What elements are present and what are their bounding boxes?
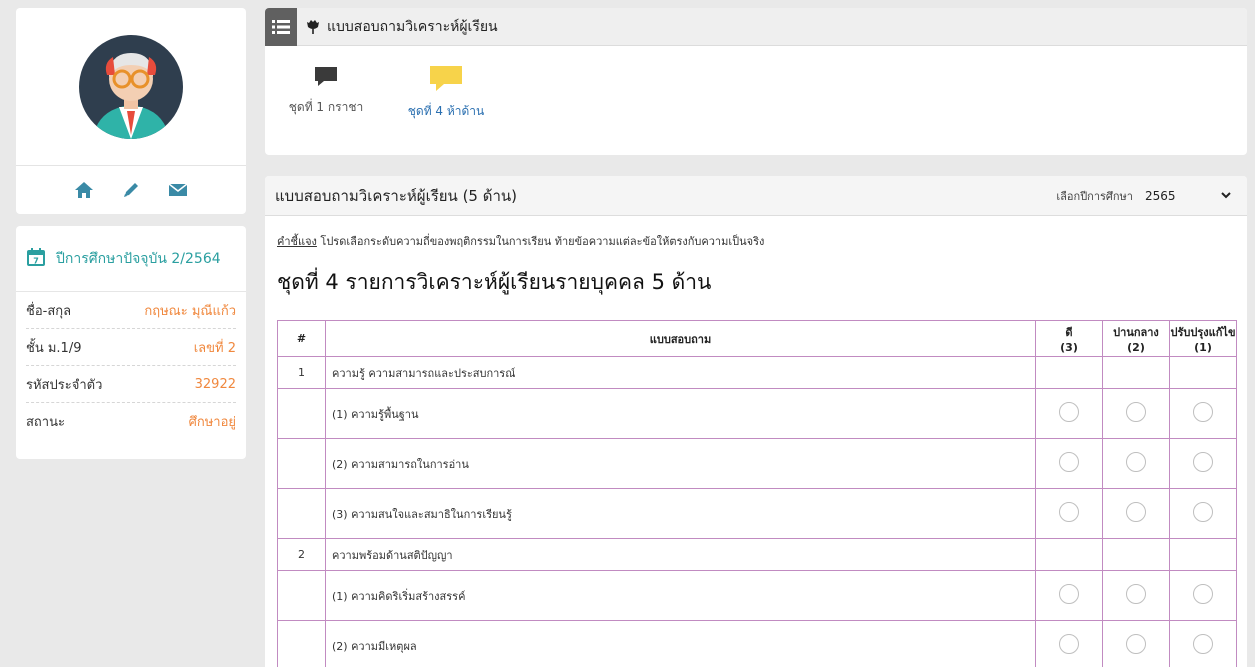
comment-icon bbox=[315, 67, 337, 86]
radio-medium[interactable] bbox=[1126, 402, 1146, 422]
radio-medium[interactable] bbox=[1126, 502, 1146, 522]
info-value: เลขที่ 2 bbox=[193, 340, 236, 356]
pencil-icon[interactable] bbox=[122, 181, 140, 199]
question-text: (3) ความสนใจและสมาธิในการเรียนรู้ bbox=[325, 488, 1036, 539]
radio-improve[interactable] bbox=[1193, 634, 1213, 654]
instructions: คำชี้แจง โปรดเลือกระดับความถี่ของพฤติกรร… bbox=[265, 216, 1247, 250]
group-title: ความรู้ ความสามารถและประสบการณ์ bbox=[325, 356, 1036, 389]
table-row: (1) ความคิดริเริ่มสร้างสรรค์ bbox=[277, 570, 1237, 621]
set-label: ชุดที่ 1 กราชา bbox=[288, 100, 364, 114]
radio-improve[interactable] bbox=[1193, 402, 1213, 422]
radio-good[interactable] bbox=[1059, 584, 1079, 604]
section-title: ชุดที่ 4 รายการวิเคราะห์ผู้เรียนรายบุคคล… bbox=[277, 270, 712, 294]
info-label: ชั้น ม.1/9 bbox=[26, 340, 82, 356]
radio-good[interactable] bbox=[1059, 634, 1079, 654]
col-good: ดี (3) bbox=[1035, 320, 1103, 357]
menu-button[interactable] bbox=[265, 8, 297, 46]
instructions-link[interactable]: คำชี้แจง bbox=[277, 235, 317, 248]
radio-good[interactable] bbox=[1059, 502, 1079, 522]
set-item-1[interactable]: ชุดที่ 1 กราชา bbox=[281, 64, 371, 121]
current-year-label: ปีการศึกษาปัจจุบัน 2/2564 bbox=[56, 250, 221, 267]
question-text: (2) ความสามารถในการอ่าน bbox=[325, 438, 1036, 489]
group-title: ความพร้อมด้านสติปัญญา bbox=[325, 538, 1036, 571]
set-list: ชุดที่ 1 กราชา ชุดที่ 4 ห้าด้าน bbox=[265, 46, 1247, 121]
questionnaire-title: แบบสอบถามวิเคราะห์ผู้เรียน (5 ด้าน) bbox=[275, 186, 518, 205]
panel-title-text: แบบสอบถามวิเคราะห์ผู้เรียน bbox=[327, 18, 498, 35]
panel-title: แบบสอบถามวิเคราะห์ผู้เรียน bbox=[307, 16, 498, 38]
chevron-down-icon bbox=[1221, 192, 1231, 199]
radio-improve[interactable] bbox=[1193, 584, 1213, 604]
home-icon[interactable] bbox=[74, 181, 94, 199]
avatar-image bbox=[79, 34, 183, 139]
instructions-text: โปรดเลือกระดับความถี่ของพฤติกรรมในการเรี… bbox=[316, 235, 765, 248]
radio-good[interactable] bbox=[1059, 402, 1079, 422]
envelope-icon[interactable] bbox=[168, 182, 188, 198]
info-row-status: สถานะ ศึกษาอยู่ bbox=[26, 403, 236, 440]
comment-icon bbox=[430, 66, 462, 91]
info-row-class: ชั้น ม.1/9 เลขที่ 2 bbox=[26, 329, 236, 366]
info-value: 32922 bbox=[194, 376, 236, 392]
info-value: กฤษณะ มุณีแก้ว bbox=[144, 303, 236, 319]
questionnaire-table: # แบบสอบถาม ดี (3) ปานกลาง (2) ปรับปรุงแก้… bbox=[277, 320, 1237, 667]
table-row-group: 1 ความรู้ ความสามารถและประสบการณ์ bbox=[277, 356, 1237, 389]
set-label: ชุดที่ 4 ห้าด้าน bbox=[407, 104, 485, 118]
info-label: ชื่อ-สกุล bbox=[26, 303, 72, 319]
year-select-label: เลือกปีการศึกษา bbox=[1056, 189, 1133, 203]
col-num: # bbox=[277, 320, 326, 357]
profile-card bbox=[16, 8, 246, 214]
year-select-group: เลือกปีการศึกษา 2565 bbox=[1056, 184, 1237, 208]
questionnaire-panel: แบบสอบถามวิเคราะห์ผู้เรียน (5 ด้าน) เลือ… bbox=[265, 176, 1247, 667]
calendar-icon: 7 bbox=[26, 247, 46, 271]
radio-improve[interactable] bbox=[1193, 502, 1213, 522]
table-row: (3) ความสนใจและสมาธิในการเรียนรู้ bbox=[277, 488, 1237, 539]
group-num: 2 bbox=[277, 538, 326, 571]
col-medium: ปานกลาง (2) bbox=[1102, 320, 1170, 357]
set-item-4[interactable]: ชุดที่ 4 ห้าด้าน bbox=[401, 64, 491, 121]
year-select-value: 2565 bbox=[1145, 188, 1176, 203]
radio-improve[interactable] bbox=[1193, 452, 1213, 472]
table-row: (2) ความสามารถในการอ่าน bbox=[277, 438, 1237, 489]
question-text: (1) ความรู้พื้นฐาน bbox=[325, 388, 1036, 439]
questionnaire-sets-panel: แบบสอบถามวิเคราะห์ผู้เรียน ชุดที่ 1 กราช… bbox=[265, 8, 1247, 155]
table-row: (2) ความมีเหตุผล bbox=[277, 620, 1237, 667]
info-label: รหัสประจำตัว bbox=[26, 377, 103, 393]
profile-actions bbox=[16, 166, 246, 214]
year-select[interactable]: 2565 bbox=[1139, 184, 1237, 208]
radio-medium[interactable] bbox=[1126, 634, 1146, 654]
table-row: (1) ความรู้พื้นฐาน bbox=[277, 388, 1237, 439]
col-improve: ปรับปรุงแก้ไข (1) bbox=[1169, 320, 1237, 357]
current-year-heading: 7 ปีการศึกษาปัจจุบัน 2/2564 bbox=[16, 226, 246, 292]
questionnaire-header: แบบสอบถามวิเคราะห์ผู้เรียน (5 ด้าน) เลือ… bbox=[265, 176, 1247, 216]
list-icon bbox=[272, 19, 290, 34]
question-text: (1) ความคิดริเริ่มสร้างสรรค์ bbox=[325, 570, 1036, 621]
radio-medium[interactable] bbox=[1126, 584, 1146, 604]
avatar bbox=[16, 8, 246, 166]
col-question: แบบสอบถาม bbox=[325, 320, 1036, 357]
table-row-group: 2 ความพร้อมด้านสติปัญญา bbox=[277, 538, 1237, 571]
question-text: (2) ความมีเหตุผล bbox=[325, 620, 1036, 667]
info-value: ศึกษาอยู่ bbox=[188, 415, 236, 430]
flower-icon bbox=[307, 19, 319, 34]
info-row-name: ชื่อ-สกุล กฤษณะ มุณีแก้ว bbox=[26, 292, 236, 329]
group-num: 1 bbox=[277, 356, 326, 389]
table-header-row: # แบบสอบถาม ดี (3) ปานกลาง (2) ปรับปรุงแก้… bbox=[277, 320, 1237, 357]
top-bar: แบบสอบถามวิเคราะห์ผู้เรียน bbox=[265, 8, 1247, 46]
student-info-card: 7 ปีการศึกษาปัจจุบัน 2/2564 ชื่อ-สกุล กฤ… bbox=[16, 226, 246, 459]
radio-good[interactable] bbox=[1059, 452, 1079, 472]
svg-text:7: 7 bbox=[33, 256, 39, 265]
radio-medium[interactable] bbox=[1126, 452, 1146, 472]
info-label: สถานะ bbox=[26, 415, 65, 430]
info-row-id: รหัสประจำตัว 32922 bbox=[26, 366, 236, 403]
